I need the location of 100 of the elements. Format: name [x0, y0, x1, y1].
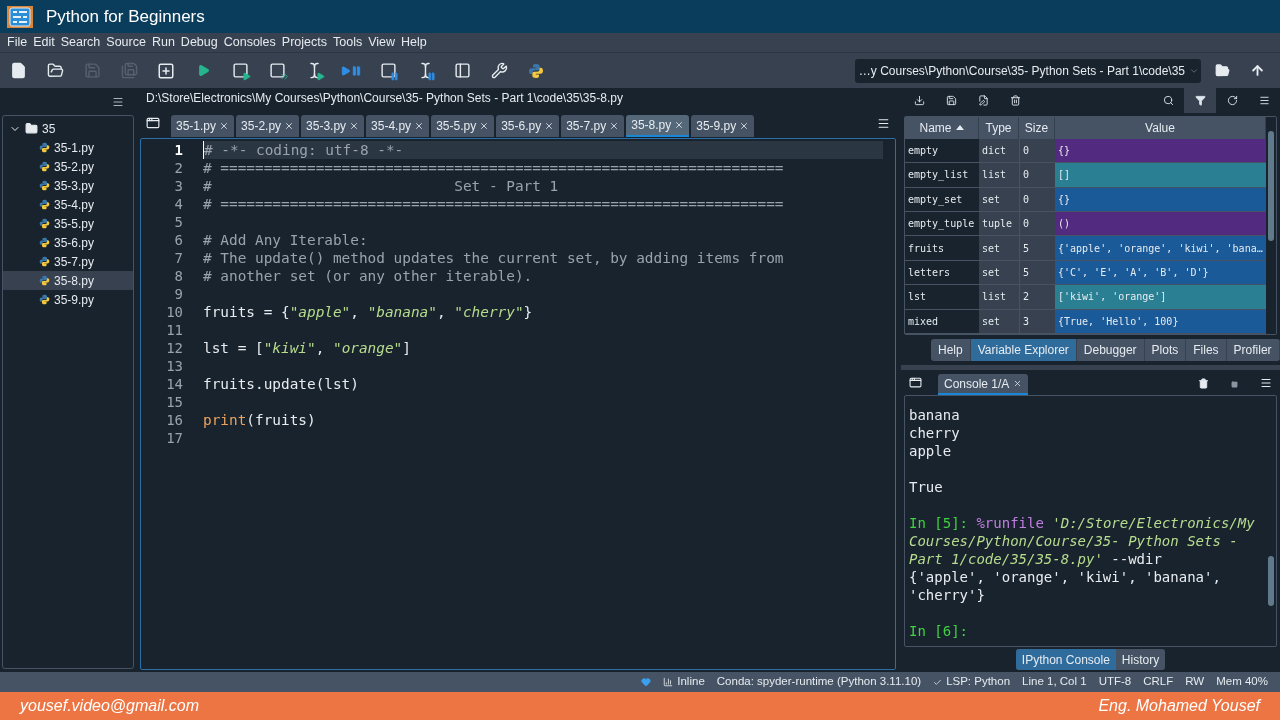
filter-icon[interactable] — [1184, 88, 1216, 113]
close-icon[interactable] — [1013, 379, 1023, 388]
pane-tab[interactable]: Profiler — [1226, 339, 1280, 361]
scrollbar[interactable] — [1266, 117, 1276, 334]
close-icon[interactable] — [739, 121, 750, 131]
tree-item[interactable]: 35-7.py — [3, 252, 133, 271]
menu-item[interactable]: File — [4, 33, 31, 52]
close-icon[interactable] — [609, 121, 620, 131]
pane-tab[interactable]: Plots — [1144, 339, 1187, 361]
menu-item[interactable]: Tools — [330, 33, 366, 52]
line-number: 11 — [165, 321, 183, 339]
console-output[interactable]: banana cherry apple True In [5]: %runfile 'D:/Store/Electronics/My Courses/Python/Course/35- Python Sets - Part 1/code/35/35-8.py' --wdir {'apple', 'orange', 'kiwi', 'banana', 'cherry'} In [6]: — [904, 395, 1277, 647]
line-number: 8 — [173, 267, 183, 285]
table-cell: 0 — [1019, 187, 1055, 212]
tree-item[interactable]: 35-5.py — [3, 214, 133, 233]
close-icon[interactable] — [544, 121, 555, 131]
menu-icon[interactable] — [877, 117, 890, 130]
console-line: cherry — [909, 424, 961, 442]
pane-tab[interactable]: Debugger — [1076, 339, 1145, 361]
code-line: # Set - Part 1 — [203, 177, 560, 195]
status-text: Line 1, Col 1 — [1022, 674, 1087, 690]
menu-item[interactable]: Debug — [177, 33, 221, 52]
menu-item[interactable]: View — [365, 33, 399, 52]
heart-icon[interactable] — [641, 677, 652, 687]
status-text[interactable]: LSP: Python — [946, 673, 1011, 691]
pane-tab[interactable]: Variable Explorer — [970, 339, 1077, 361]
pane-tab[interactable]: History — [1115, 649, 1166, 670]
line-number: 14 — [165, 375, 183, 393]
open-folder-icon[interactable] — [1215, 63, 1230, 78]
window-title: Python for Beginners — [46, 5, 205, 28]
tree-item[interactable]: 35-6.py — [3, 233, 133, 252]
close-icon[interactable] — [284, 121, 295, 131]
tree-item[interactable]: 35-9.py — [3, 290, 133, 309]
line-number: 3 — [173, 177, 183, 195]
menu-icon[interactable] — [1260, 377, 1272, 389]
editor-tab[interactable]: 35-7.py — [561, 115, 625, 137]
tree-item[interactable]: 35-2.py — [3, 157, 133, 176]
working-directory-field[interactable]: …y Courses\Python\Course\35- Python Sets - Part 1\code\35 — [854, 58, 1201, 83]
code-line: # ================================================================= — [203, 159, 785, 177]
editor-tab[interactable]: 35-2.py — [236, 115, 300, 137]
column-header[interactable]: Size — [1019, 117, 1055, 139]
python-file-icon — [39, 256, 50, 267]
chart-icon[interactable] — [663, 677, 674, 687]
menu-item[interactable]: Run — [148, 33, 178, 52]
menu-icon[interactable] — [112, 95, 124, 108]
table-cell: 5 — [1019, 260, 1055, 285]
menu-item[interactable]: Source — [103, 33, 149, 52]
value-cell: {True, 'Hello', 100} — [1055, 309, 1266, 333]
panel-icon[interactable] — [909, 376, 922, 389]
editor-tab[interactable]: 35-9.py — [691, 115, 755, 137]
check-icon — [933, 677, 943, 687]
table-cell: set — [979, 260, 1019, 285]
close-icon[interactable] — [414, 121, 425, 131]
menu-item[interactable]: Edit — [30, 33, 58, 52]
panel-icon[interactable] — [146, 116, 160, 130]
tree-item[interactable]: 35 — [3, 119, 133, 138]
column-header[interactable]: Type — [979, 117, 1019, 139]
status-text: Mem 40% — [1216, 674, 1268, 690]
menu-item[interactable]: Search — [57, 33, 104, 52]
line-number: 16 — [165, 411, 183, 429]
editor-tab[interactable]: 35-6.py — [496, 115, 560, 137]
console-line: apple — [909, 442, 953, 460]
editor-tab[interactable]: 35-5.py — [431, 115, 495, 137]
trash-icon[interactable] — [1198, 378, 1209, 389]
console-line: Courses/Python/Course/35- Python Sets - — [909, 532, 1239, 550]
table-cell: dict — [979, 138, 1019, 163]
code-line: print(fruits) — [203, 411, 317, 429]
editor-tab[interactable]: 35-3.py — [301, 115, 365, 137]
line-number: 7 — [173, 249, 183, 267]
pane-tab[interactable]: Files — [1186, 339, 1227, 361]
pane-tab[interactable]: IPython Console — [1015, 649, 1116, 670]
python-file-icon — [39, 161, 50, 172]
menu-item[interactable]: Projects — [278, 33, 330, 52]
editor-tab[interactable]: 35-4.py — [366, 115, 430, 137]
tree-item[interactable]: 35-4.py — [3, 195, 133, 214]
line-number: 6 — [173, 231, 183, 249]
close-icon[interactable] — [219, 121, 230, 131]
value-cell: {} — [1055, 138, 1266, 163]
value-cell: ['kiwi', 'orange'] — [1055, 285, 1266, 309]
editor-tab[interactable]: 35-8.py — [626, 115, 690, 137]
editor-tab[interactable]: 35-1.py — [171, 115, 235, 137]
menu-item[interactable]: Help — [398, 33, 430, 52]
author-text: Eng. Mohamed Yousef — [1098, 696, 1260, 716]
python-file-icon — [39, 142, 50, 153]
close-icon[interactable] — [479, 121, 490, 131]
table-cell: tuple — [979, 212, 1019, 236]
line-number: 2 — [173, 159, 183, 177]
console-line: banana — [909, 406, 961, 424]
close-icon[interactable] — [349, 121, 360, 131]
console-tab[interactable]: Console 1/A — [938, 374, 1029, 395]
stop-icon[interactable] — [1231, 381, 1238, 388]
code-editor[interactable] — [140, 138, 896, 670]
status-text[interactable]: Inline — [677, 673, 705, 691]
tree-item[interactable]: 35-8.py — [3, 271, 133, 290]
column-header[interactable]: Name — [905, 117, 979, 139]
close-icon[interactable] — [674, 120, 685, 130]
menu-item[interactable]: Consoles — [220, 33, 279, 52]
tree-item[interactable]: 35-3.py — [3, 176, 133, 195]
tree-item[interactable]: 35-1.py — [3, 138, 133, 157]
pane-tab[interactable]: Help — [931, 339, 971, 361]
